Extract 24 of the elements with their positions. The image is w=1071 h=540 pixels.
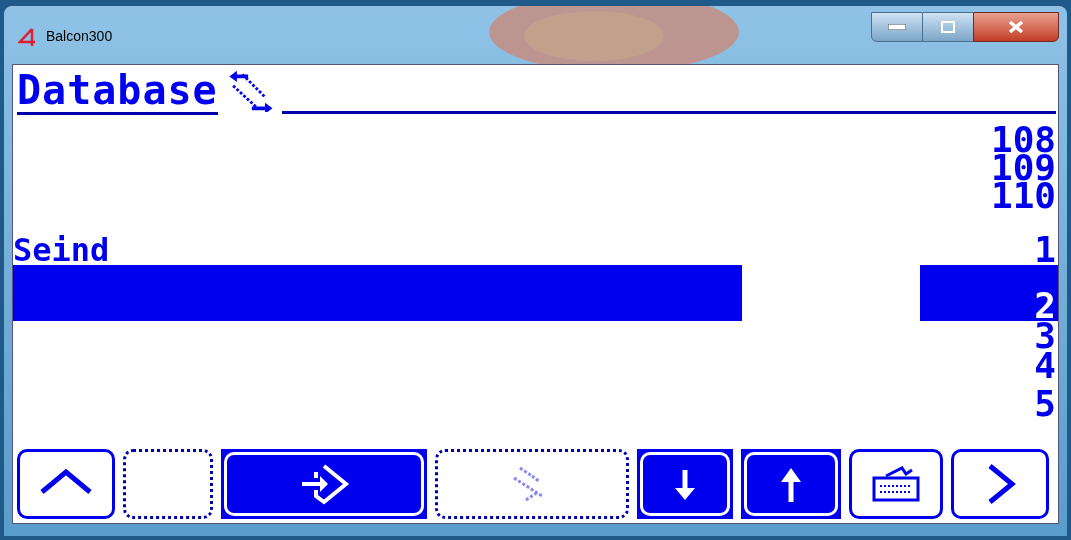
row-number[interactable]: 108 <box>920 127 1058 155</box>
row-number[interactable]: 3 <box>920 321 1058 351</box>
toolbar-button[interactable] <box>221 449 427 519</box>
toolbar-button[interactable] <box>849 449 943 519</box>
row-number[interactable]: 109 <box>920 155 1058 183</box>
row-number[interactable]: 4 <box>920 351 1058 381</box>
minimize-button[interactable] <box>871 12 923 42</box>
maximize-button[interactable] <box>923 12 973 42</box>
row-number[interactable]: 1 <box>920 211 1058 265</box>
close-button[interactable] <box>973 12 1059 42</box>
row-name: Seind <box>13 235 110 265</box>
maximize-icon <box>941 21 955 33</box>
row-number[interactable]: 110 <box>920 183 1058 211</box>
window-title: Balcon300 <box>46 27 113 46</box>
close-icon <box>1008 20 1024 34</box>
minimize-icon <box>888 24 906 30</box>
toolbar-button[interactable] <box>741 449 841 519</box>
screen-title: Database <box>17 70 218 115</box>
toolbar-button[interactable] <box>17 449 115 519</box>
app-logo-icon <box>18 26 38 47</box>
toolbar-button[interactable] <box>637 449 733 519</box>
row-number[interactable]: 2 <box>920 265 1058 321</box>
row-number[interactable]: 5 <box>920 381 1058 419</box>
toolbar-button[interactable] <box>951 449 1049 519</box>
